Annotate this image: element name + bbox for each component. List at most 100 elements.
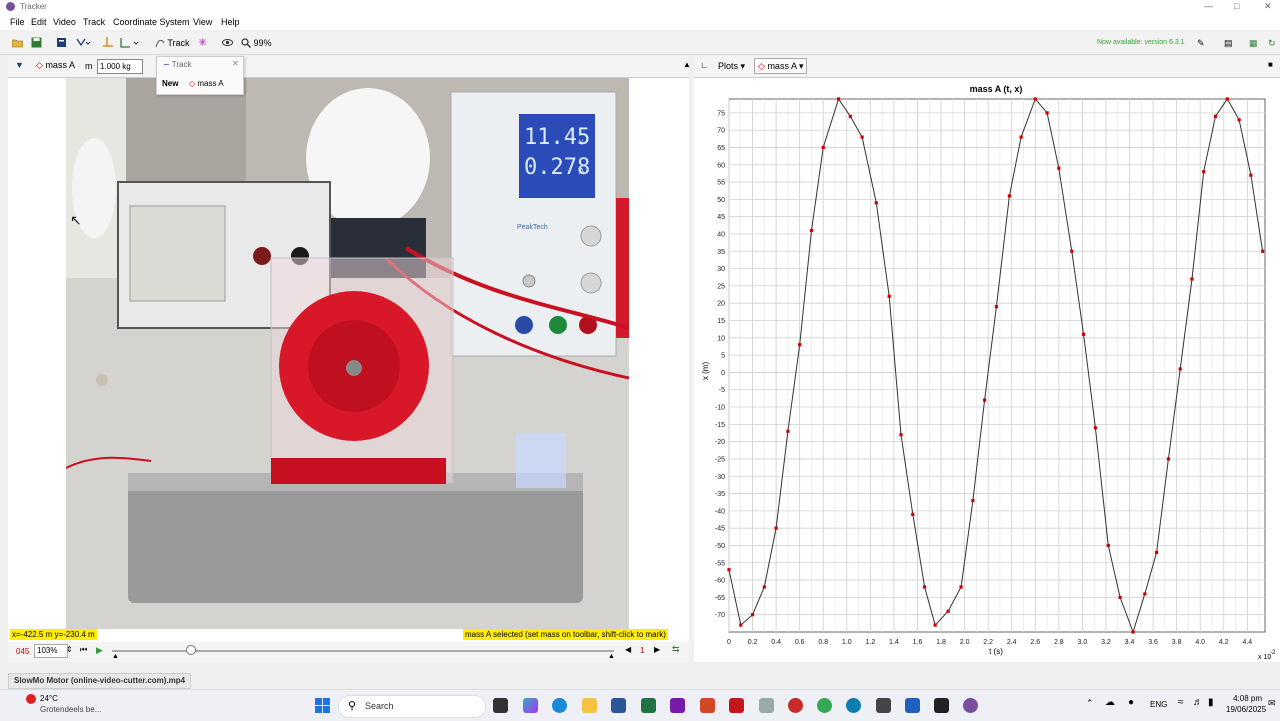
- data-point: [727, 568, 731, 572]
- data-point: [739, 623, 743, 627]
- plot-frame: [728, 98, 1266, 633]
- acrobat-icon[interactable]: [729, 698, 744, 713]
- axes-icon[interactable]: [102, 37, 113, 48]
- refresh-icon[interactable]: ↻: [1268, 36, 1276, 50]
- pencil-icon[interactable]: ✎: [1197, 36, 1205, 50]
- zoom-control[interactable]: 99%: [241, 36, 272, 50]
- mail-icon[interactable]: [905, 698, 920, 713]
- battery-icon[interactable]: ▮: [1208, 697, 1214, 708]
- volume-icon[interactable]: ♬: [1193, 697, 1203, 708]
- popup-close-icon[interactable]: ✕: [232, 59, 239, 68]
- mass-input[interactable]: [97, 59, 143, 74]
- chrome-icon[interactable]: [817, 698, 832, 713]
- step-size[interactable]: 1: [640, 646, 644, 655]
- generic-app-icon[interactable]: [759, 698, 774, 713]
- notes-icon[interactable]: ▤: [1224, 36, 1233, 50]
- maximize-button[interactable]: □: [1234, 1, 1239, 11]
- open-folder-icon[interactable]: [12, 37, 23, 48]
- eye-icon[interactable]: [222, 37, 233, 48]
- clip-settings-icon[interactable]: [56, 37, 67, 48]
- video-slider-thumb[interactable]: [186, 645, 196, 655]
- menu-edit[interactable]: Edit: [31, 17, 47, 27]
- start-marker-icon[interactable]: ▲: [112, 653, 119, 660]
- track-menu-item-mass-a[interactable]: ◇ mass A: [189, 79, 224, 88]
- tracker-taskbar-icon[interactable]: [963, 698, 978, 713]
- notifications-icon[interactable]: ✉: [1268, 698, 1276, 709]
- wifi-icon[interactable]: ≈: [1178, 697, 1184, 708]
- show-hidden-icons-chevron-icon[interactable]: ⌃: [1086, 698, 1094, 709]
- search-placeholder: Search: [365, 701, 394, 711]
- step-back-icon[interactable]: ◀: [625, 645, 631, 654]
- expand-icon[interactable]: ▲: [683, 60, 691, 69]
- autotracker-icon[interactable]: ✳: [198, 36, 207, 50]
- player-zoom[interactable]: 103%: [34, 644, 68, 658]
- weather-desc[interactable]: Grotendeels be...: [40, 705, 101, 714]
- y-tick-label: -45: [715, 526, 725, 533]
- task-view-icon[interactable]: [493, 698, 508, 713]
- close-window-button[interactable]: ✕: [1264, 1, 1272, 12]
- menu-file[interactable]: File: [10, 17, 25, 27]
- cloud-icon[interactable]: ☁: [1105, 697, 1115, 708]
- menu-view[interactable]: View: [193, 17, 212, 27]
- plot-axes-icon: ∟: [700, 60, 709, 70]
- data-point: [1118, 595, 1122, 599]
- mouse-cursor-icon: ↖: [70, 212, 82, 228]
- menu-video[interactable]: Video: [53, 17, 76, 27]
- point-mass-icon: ◇: [189, 79, 196, 88]
- y-tick-label: -30: [715, 474, 725, 481]
- copilot-icon[interactable]: [523, 698, 538, 713]
- end-marker-icon[interactable]: ▲: [608, 653, 615, 660]
- collapse-icon[interactable]: ■: [1268, 60, 1273, 69]
- chrome-alt-icon[interactable]: [788, 698, 803, 713]
- data-point: [798, 343, 802, 347]
- frame-counter[interactable]: 045: [16, 647, 29, 656]
- terminal-icon[interactable]: [876, 698, 891, 713]
- track-button[interactable]: Track: [155, 36, 190, 50]
- video-file-tab[interactable]: SlowMo Motor (online-video-cutter.com).m…: [8, 673, 192, 689]
- menu-help[interactable]: Help: [221, 17, 240, 27]
- edge-dev-icon[interactable]: [846, 698, 861, 713]
- zoom-spinner-icon[interactable]: ⇕: [66, 645, 73, 654]
- minimize-button[interactable]: —: [1204, 1, 1213, 11]
- powerpoint-icon[interactable]: [700, 698, 715, 713]
- new-track-menu-item[interactable]: New: [162, 79, 178, 88]
- save-icon[interactable]: [31, 37, 42, 48]
- track-selector[interactable]: ◇ mass A: [36, 60, 75, 71]
- track-path-icon: ∽: [163, 60, 170, 69]
- clock-time[interactable]: 4:08 pm: [1230, 694, 1262, 703]
- calibration-tools-icon[interactable]: [75, 37, 91, 48]
- windows-start-icon[interactable]: [315, 698, 330, 713]
- edge-browser-icon[interactable]: [552, 698, 567, 713]
- data-point: [1131, 630, 1135, 634]
- position-time-chart[interactable]: mass A (t, x) x (m) t (s) x 10 -2 0 0.2 0.…: [694, 78, 1280, 662]
- filter-icon[interactable]: ▼: [15, 60, 24, 70]
- plots-label: Plots: [718, 61, 739, 71]
- play-icon[interactable]: ▶: [96, 645, 103, 656]
- plot-toolbar: ∟ Plots ▾ ◇ mass A ▾ ■: [694, 56, 1280, 78]
- taskbar-search[interactable]: ⚲ Search: [338, 695, 486, 718]
- video-frame[interactable]: 11.45 v 0.278 A PeakTech: [66, 78, 629, 629]
- excel-icon[interactable]: [641, 698, 656, 713]
- plot-track-selector[interactable]: ◇ mass A ▾: [754, 58, 808, 74]
- step-forward-icon[interactable]: ▶: [654, 645, 660, 654]
- file-explorer-icon[interactable]: [582, 698, 597, 713]
- update-notice[interactable]: Now available: version 6.3.1: [1097, 36, 1185, 50]
- y-tick-label: 45: [717, 214, 725, 221]
- y-tick-label: 55: [717, 180, 725, 187]
- plots-menu-button[interactable]: Plots ▾: [718, 61, 745, 72]
- loop-icon[interactable]: ⇆: [672, 644, 680, 655]
- measuring-tools-icon[interactable]: [120, 37, 140, 48]
- onenote-icon[interactable]: [670, 698, 685, 713]
- word-icon[interactable]: [611, 698, 626, 713]
- y-tick-label: 15: [717, 318, 725, 325]
- go-to-start-icon[interactable]: ⏮: [80, 645, 87, 655]
- microphone-icon[interactable]: ●: [1128, 697, 1134, 708]
- menu-coordinate-system[interactable]: Coordinate System: [113, 17, 190, 27]
- code-icon[interactable]: [934, 698, 949, 713]
- language-indicator[interactable]: ENG: [1150, 700, 1167, 709]
- x-tick-label: 1.8: [936, 639, 946, 646]
- clock-date[interactable]: 19/06/2025: [1226, 705, 1266, 714]
- dataset-icon[interactable]: ▦: [1249, 36, 1258, 50]
- weather-temp[interactable]: 24°C: [40, 694, 58, 703]
- menu-track[interactable]: Track: [83, 17, 105, 27]
